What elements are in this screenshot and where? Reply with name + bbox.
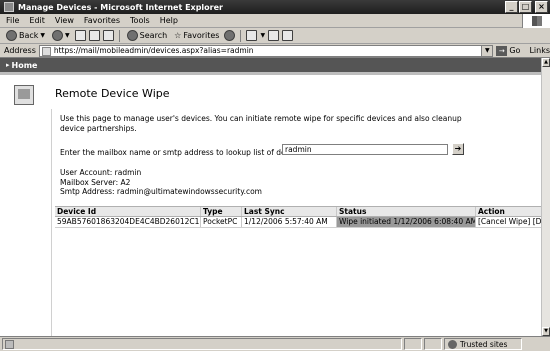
favorites-button[interactable]: ☆ Favorites — [172, 29, 221, 43]
toolbar: Back ▼ ▼ Search ☆ Favorites ▼ — [0, 28, 550, 44]
security-zone: Trusted sites — [444, 338, 522, 350]
header-device-id[interactable]: Device Id — [55, 207, 201, 216]
device-icon — [12, 82, 40, 108]
mailbox-server: Mailbox Server: A2 — [60, 177, 131, 187]
address-label: Address — [4, 46, 36, 55]
close-button[interactable]: × — [535, 1, 548, 13]
print-icon[interactable] — [268, 30, 280, 41]
vertical-scrollbar[interactable]: ▲ ▼ — [541, 58, 550, 336]
cell-action-links[interactable]: [Cancel Wipe] [De — [476, 217, 541, 227]
chevron-down-icon[interactable]: ▼ — [481, 45, 493, 56]
page-icon — [41, 46, 51, 56]
edit-icon[interactable] — [282, 30, 294, 41]
favorites-label: Favorites — [183, 31, 220, 40]
mail-icon[interactable] — [246, 30, 258, 41]
ie-icon — [4, 2, 14, 12]
chevron-down-icon[interactable]: ▼ — [65, 32, 70, 39]
header-status[interactable]: Status — [337, 207, 476, 216]
user-info: User Account: radmin Mailbox Server: A2 … — [60, 168, 262, 197]
status-bar: Trusted sites — [0, 336, 550, 351]
windows-logo-icon — [522, 14, 550, 28]
chevron-down-icon[interactable]: ▼ — [40, 32, 45, 39]
menu-edit[interactable]: Edit — [29, 16, 45, 25]
page-done-icon — [5, 339, 14, 349]
maximize-button[interactable]: □ — [519, 1, 532, 13]
history-icon[interactable] — [224, 30, 236, 41]
page-title: Remote Device Wipe — [55, 87, 170, 100]
menu-tools[interactable]: Tools — [130, 16, 150, 25]
minimize-button[interactable]: _ — [505, 1, 518, 13]
forward-button[interactable]: ▼ — [50, 29, 72, 43]
table-row: 59AB57601863204DE4C4BD26012C1D4F PocketP… — [55, 217, 541, 228]
search-icon — [126, 30, 138, 41]
arrow-right-icon: ➔ — [454, 144, 462, 153]
forward-icon — [52, 30, 64, 41]
mailbox-lookup-input[interactable]: radmin — [282, 144, 448, 155]
star-icon: ☆ — [174, 31, 182, 40]
back-button[interactable]: Back ▼ — [4, 29, 47, 43]
menu-bar: File Edit View Favorites Tools Help — [0, 14, 550, 28]
cell-device-id: 59AB57601863204DE4C4BD26012C1D4F — [57, 217, 201, 227]
status-cell — [424, 338, 442, 350]
devices-table: Device Id Type Last Sync Status Action 5… — [55, 206, 541, 229]
header-type[interactable]: Type — [201, 207, 242, 216]
arrow-right-icon: → — [496, 45, 508, 56]
stop-icon[interactable] — [74, 30, 86, 41]
links-button[interactable]: Links — [529, 46, 550, 55]
toolbar-divider — [240, 29, 242, 42]
title-bar: Manage Devices - Microsoft Internet Expl… — [0, 0, 550, 14]
status-cell — [404, 338, 422, 350]
table-header: Device Id Type Last Sync Status Action — [55, 206, 541, 217]
go-label: Go — [509, 46, 521, 55]
menu-help[interactable]: Help — [160, 16, 178, 25]
status-main — [2, 338, 402, 350]
scroll-down-icon[interactable]: ▼ — [542, 327, 550, 336]
refresh-icon[interactable] — [88, 30, 100, 41]
go-button[interactable]: → Go — [496, 45, 521, 56]
back-icon — [6, 30, 17, 41]
cell-status: Wipe initiated 1/12/2006 6:08:40 AM — [337, 217, 476, 227]
chevron-down-icon[interactable]: ▼ — [260, 32, 265, 39]
user-account: User Account: radmin — [60, 168, 142, 177]
lookup-go-button[interactable]: ➔ — [452, 143, 464, 155]
menu-favorites[interactable]: Favorites — [84, 16, 120, 25]
arrow-right-icon: ▸ — [6, 61, 10, 69]
search-button[interactable]: Search — [125, 29, 169, 43]
back-label: Back — [19, 31, 39, 40]
window-title: Manage Devices - Microsoft Internet Expl… — [18, 2, 223, 12]
home-icon[interactable] — [102, 30, 114, 41]
trusted-sites-icon — [448, 339, 457, 349]
page-description: Use this page to manage user's devices. … — [60, 114, 462, 133]
lookup-label: Enter the mailbox name or smtp address t… — [60, 148, 305, 157]
smtp-address: Smtp Address: radmin@ultimatewindowssecu… — [60, 187, 262, 196]
cell-type: PocketPC — [201, 217, 242, 227]
home-link[interactable]: Home — [12, 61, 38, 70]
nav-bar: ▸ Home — [0, 58, 541, 72]
toolbar-divider — [118, 29, 120, 42]
nav-shadow — [0, 72, 541, 75]
scroll-up-icon[interactable]: ▲ — [542, 58, 550, 67]
address-input[interactable]: https://mail/mobileadmin/devices.aspx?al… — [38, 44, 494, 57]
menu-file[interactable]: File — [6, 16, 19, 25]
zone-label: Trusted sites — [460, 339, 508, 349]
header-last-sync[interactable]: Last Sync — [242, 207, 337, 216]
page-content: ▸ Home Remote Device Wipe Use this page … — [0, 58, 541, 336]
search-label: Search — [139, 31, 168, 40]
header-action[interactable]: Action — [476, 207, 541, 216]
menu-view[interactable]: View — [55, 16, 74, 25]
cell-last-sync: 1/12/2006 5:57:40 AM — [242, 217, 337, 227]
address-url: https://mail/mobileadmin/devices.aspx?al… — [53, 46, 254, 55]
address-bar: Address https://mail/mobileadmin/devices… — [0, 44, 550, 58]
